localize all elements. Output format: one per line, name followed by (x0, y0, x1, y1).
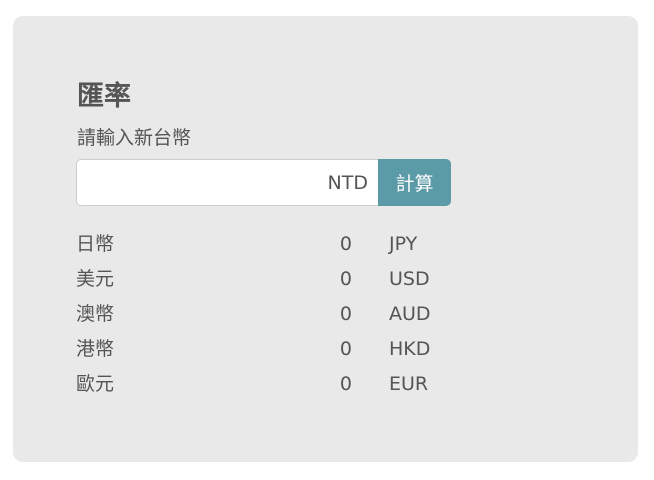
rate-row-hkd: 港幣 0 HKD (76, 334, 476, 369)
rate-name: 澳幣 (76, 303, 115, 325)
ntd-amount-input[interactable] (77, 160, 328, 205)
rate-code: HKD (389, 338, 431, 360)
input-prompt-label: 請輸入新台幣 (77, 127, 192, 149)
page-title: 匯率 (77, 81, 131, 112)
rate-value: 0 (339, 233, 352, 255)
rate-name: 美元 (76, 268, 115, 290)
rate-row-usd: 美元 0 USD (76, 264, 476, 299)
ntd-input-group: NTD 計算 (76, 159, 451, 206)
ntd-unit-label: NTD (327, 171, 368, 194)
rate-name: 港幣 (76, 338, 115, 360)
rate-code: JPY (389, 233, 418, 255)
rate-value: 0 (339, 338, 352, 360)
rate-code: USD (389, 268, 430, 290)
rate-list: 日幣 0 JPY 美元 0 USD 澳幣 0 AUD 港幣 0 HKD 歐元 0… (76, 229, 476, 404)
ntd-input-wrapper[interactable]: NTD (76, 159, 378, 206)
rate-row-eur: 歐元 0 EUR (76, 369, 476, 404)
rate-code: AUD (389, 303, 431, 325)
rate-row-jpy: 日幣 0 JPY (76, 229, 476, 264)
rate-value: 0 (339, 268, 352, 290)
calculate-button[interactable]: 計算 (378, 159, 451, 206)
rate-name: 日幣 (76, 233, 115, 255)
rate-value: 0 (339, 303, 352, 325)
rate-row-aud: 澳幣 0 AUD (76, 299, 476, 334)
rate-name: 歐元 (76, 373, 115, 395)
rate-value: 0 (339, 373, 352, 395)
exchange-rate-card: 匯率 請輸入新台幣 NTD 計算 日幣 0 JPY 美元 0 USD 澳幣 0 … (13, 16, 638, 462)
rate-code: EUR (389, 373, 429, 395)
